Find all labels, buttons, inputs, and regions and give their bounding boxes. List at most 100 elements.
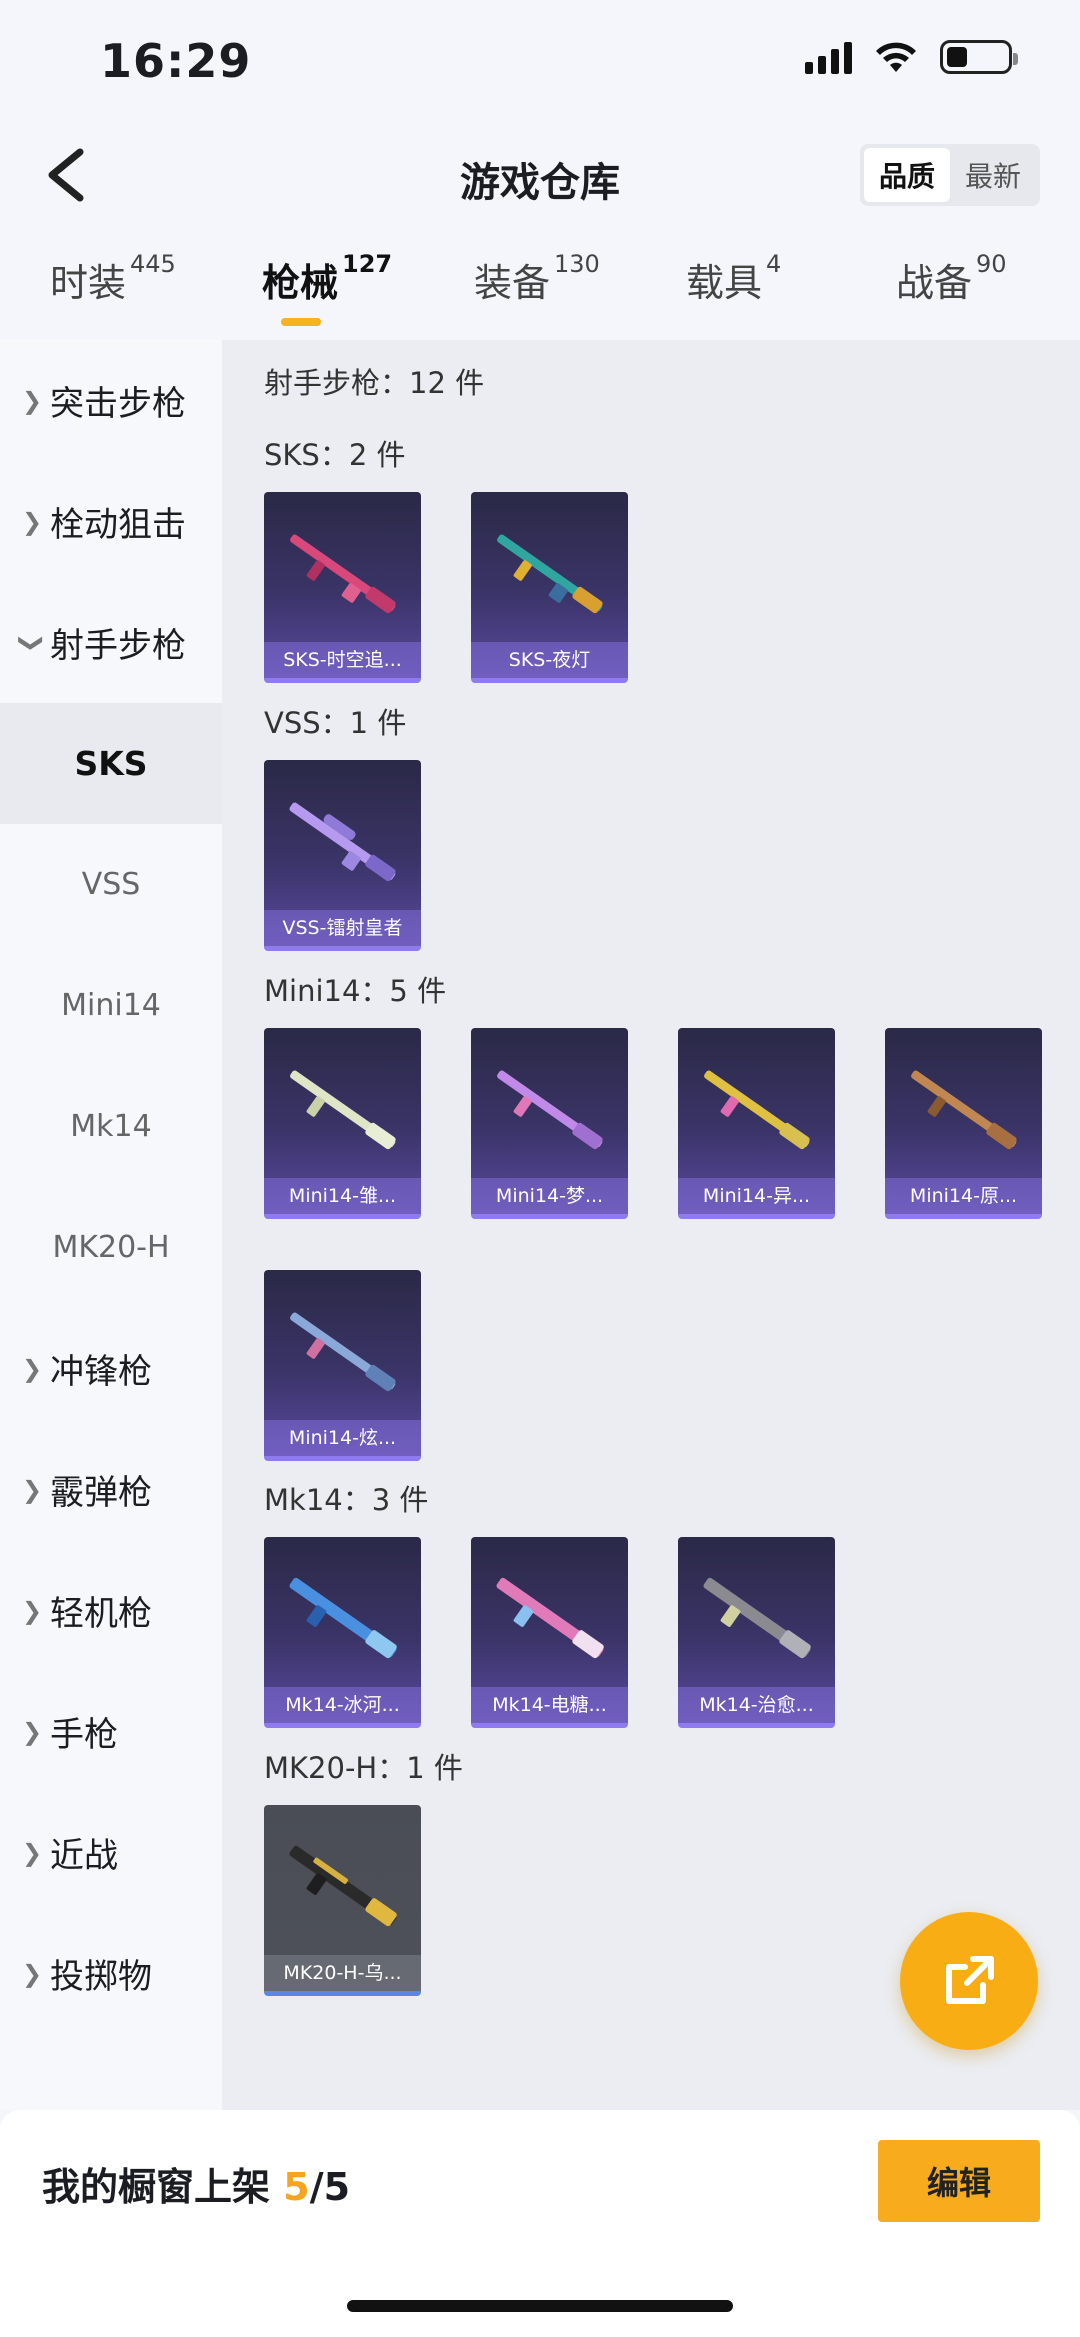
item-card[interactable]: MK20-H-乌... <box>264 1805 421 1996</box>
group-label-sks: SKS：2 件 <box>264 438 406 472</box>
item-card[interactable]: Mini14-雏... <box>264 1028 421 1219</box>
sidebar-item-label: 栓动狙击 <box>50 505 186 545</box>
sidebar-item-label: 射手步枪 <box>50 626 186 666</box>
edit-button[interactable]: 编辑 <box>878 2140 1040 2222</box>
rifle-icon <box>289 802 396 882</box>
item-name: SKS-夜灯 <box>471 642 628 678</box>
item-name: Mini14-雏... <box>264 1178 421 1214</box>
tab-count: 445 <box>130 250 176 278</box>
sidebar-item-shotgun[interactable]: ❯ 霰弹枪 <box>0 1429 222 1550</box>
tab-label: 时装 <box>50 261 127 305</box>
sidebar-item-label: 投掷物 <box>50 1957 152 1997</box>
chevron-right-icon: ❯ <box>22 507 43 536</box>
rifle-icon <box>497 534 603 614</box>
rifle-icon <box>289 1577 397 1659</box>
showcase-used-count: 5 <box>283 2165 310 2209</box>
wifi-icon <box>876 42 916 72</box>
sidebar-item-label: 近战 <box>50 1836 118 1876</box>
item-name: Mk14-电糖... <box>471 1687 628 1723</box>
sidebar: ❯ 突击步枪 ❯ 栓动狙击 ❯ 射手步枪 SKS VSS Mini14 Mk14… <box>0 340 222 2110</box>
sidebar-item-throwable[interactable]: ❯ 投掷物 <box>0 1913 222 2034</box>
showcase-status: 我的橱窗上架 5/5 <box>42 2156 350 2211</box>
status-icons <box>805 40 1018 74</box>
category-total-label: 射手步枪：12 件 <box>264 366 485 400</box>
group-label-mini14: Mini14：5 件 <box>264 974 447 1008</box>
tab-fashion[interactable]: 时装 445 <box>50 250 176 307</box>
status-bar: 16:29 <box>0 0 1080 120</box>
item-card[interactable]: Mk14-冰河... <box>264 1537 421 1728</box>
sidebar-subitem-mk20h[interactable]: MK20-H <box>0 1187 222 1308</box>
item-name: MK20-H-乌... <box>264 1955 421 1991</box>
tab-label: 装备 <box>474 261 551 305</box>
sidebar-item-label: 轻机枪 <box>50 1594 152 1634</box>
rifle-icon <box>290 534 396 614</box>
sort-option-newest[interactable]: 最新 <box>950 148 1036 202</box>
item-card[interactable]: Mk14-治愈... <box>678 1537 835 1728</box>
item-card[interactable]: Mk14-电糖... <box>471 1537 628 1728</box>
item-card[interactable]: SKS-夜灯 <box>471 492 628 683</box>
sidebar-item-lmg[interactable]: ❯ 轻机枪 <box>0 1550 222 1671</box>
sidebar-item-marksman-rifle[interactable]: ❯ 射手步枪 <box>0 582 222 703</box>
showcase-total-count: /5 <box>309 2165 351 2209</box>
tab-label: 载具 <box>686 261 763 305</box>
tab-count: 90 <box>976 250 1007 278</box>
item-name: Mini14-异... <box>678 1178 835 1214</box>
rifle-icon <box>289 1845 397 1927</box>
sidebar-subitem-mk14[interactable]: Mk14 <box>0 1066 222 1187</box>
sidebar-item-label: 霰弹枪 <box>50 1473 152 1513</box>
tab-equipment[interactable]: 装备 130 <box>474 250 600 307</box>
sidebar-item-melee[interactable]: ❯ 近战 <box>0 1792 222 1913</box>
sidebar-subitem-mini14[interactable]: Mini14 <box>0 945 222 1066</box>
inventory-content[interactable]: 射手步枪：12 件 SKS：2 件 SKS-时空追... SKS-夜灯 VSS：… <box>222 340 1080 2110</box>
bottom-bar: 我的橱窗上架 5/5 编辑 <box>0 2110 1080 2337</box>
sidebar-item-bolt-sniper[interactable]: ❯ 栓动狙击 <box>0 461 222 582</box>
rifle-icon <box>290 1312 396 1392</box>
chevron-right-icon: ❯ <box>22 1475 43 1504</box>
item-card[interactable]: Mini14-原... <box>885 1028 1042 1219</box>
sort-option-quality[interactable]: 品质 <box>864 148 950 202</box>
rifle-icon <box>290 1070 396 1150</box>
tab-supplies[interactable]: 战备 90 <box>896 250 1007 307</box>
sidebar-subitem-vss[interactable]: VSS <box>0 824 222 945</box>
item-card[interactable]: VSS-镭射皇者 <box>264 760 421 951</box>
status-time: 16:29 <box>100 34 252 88</box>
tab-count: 127 <box>342 250 393 278</box>
item-card[interactable]: Mini14-异... <box>678 1028 835 1219</box>
sidebar-item-smg[interactable]: ❯ 冲锋枪 <box>0 1308 222 1429</box>
category-tabs: 时装 445 枪械 127 装备 130 载具 4 战备 90 <box>0 250 1080 332</box>
item-name: Mini14-原... <box>885 1178 1042 1214</box>
item-card[interactable]: SKS-时空追... <box>264 492 421 683</box>
share-icon <box>946 1956 994 2004</box>
item-card[interactable]: Mini14-梦... <box>471 1028 628 1219</box>
sidebar-item-label: 冲锋枪 <box>50 1352 152 1392</box>
share-button[interactable] <box>900 1912 1038 2050</box>
tab-firearms[interactable]: 枪械 127 <box>262 250 393 307</box>
signal-icon <box>805 40 852 74</box>
item-card[interactable]: Mini14-炫... <box>264 1270 421 1461</box>
chevron-down-icon: ❯ <box>18 632 47 653</box>
tab-count: 4 <box>766 250 782 278</box>
rifle-icon <box>704 1070 810 1150</box>
header: 游戏仓库 品质 最新 <box>0 130 1080 220</box>
chevron-right-icon: ❯ <box>22 1354 43 1383</box>
showcase-label: 我的橱窗上架 <box>42 2165 271 2209</box>
sidebar-item-assault-rifle[interactable]: ❯ 突击步枪 <box>0 340 222 461</box>
item-name: Mk14-冰河... <box>264 1687 421 1723</box>
item-name: Mk14-治愈... <box>678 1687 835 1723</box>
item-name: VSS-镭射皇者 <box>264 910 421 946</box>
rifle-icon <box>911 1070 1017 1150</box>
chevron-right-icon: ❯ <box>22 1959 43 1988</box>
chevron-right-icon: ❯ <box>22 386 43 415</box>
battery-icon <box>940 40 1018 74</box>
home-indicator <box>347 2300 733 2312</box>
group-label-vss: VSS：1 件 <box>264 706 407 740</box>
chevron-right-icon: ❯ <box>22 1838 43 1867</box>
tab-label: 战备 <box>896 261 973 305</box>
item-name: Mini14-梦... <box>471 1178 628 1214</box>
sidebar-item-pistol[interactable]: ❯ 手枪 <box>0 1671 222 1792</box>
item-name: Mini14-炫... <box>264 1420 421 1456</box>
sidebar-item-label: 突击步枪 <box>50 384 186 424</box>
sidebar-subitem-sks[interactable]: SKS <box>0 703 222 824</box>
sidebar-item-label: 手枪 <box>50 1715 118 1755</box>
tab-vehicles[interactable]: 载具 4 <box>686 250 782 307</box>
